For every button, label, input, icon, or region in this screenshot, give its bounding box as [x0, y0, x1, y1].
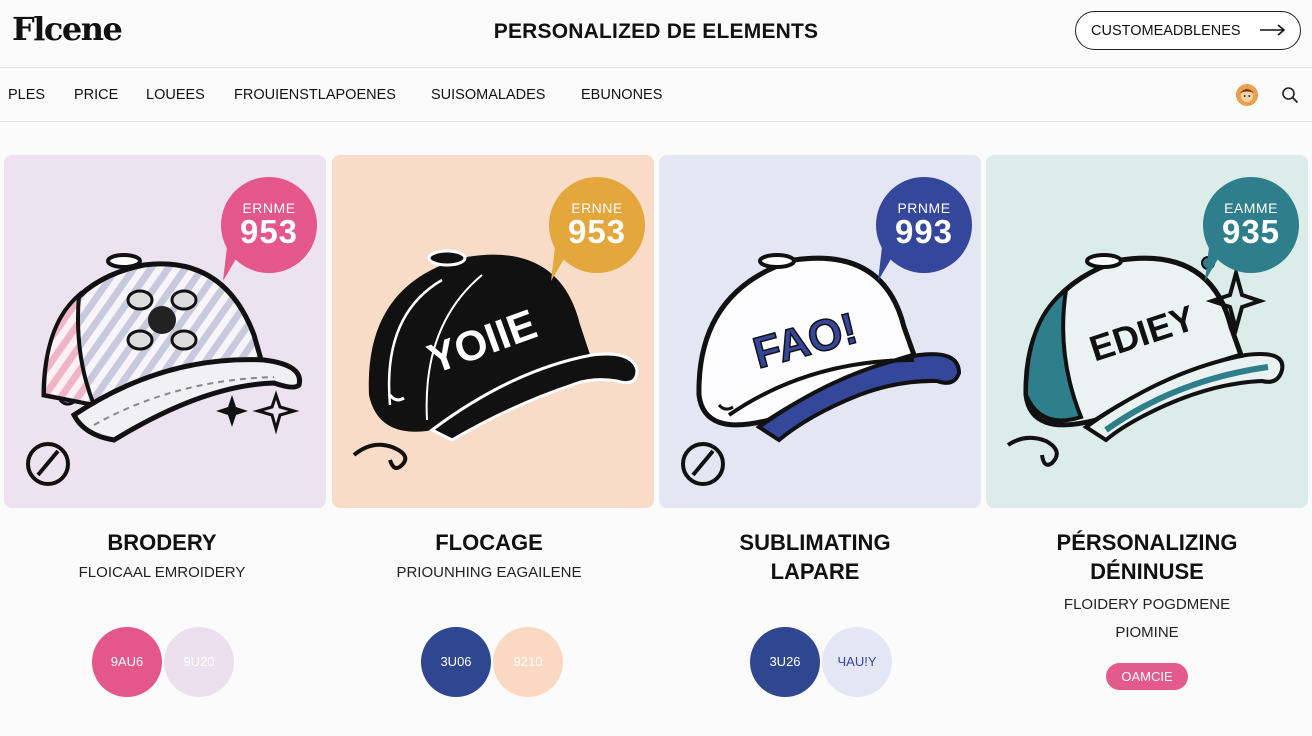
price-badge: EAMME 935 — [1203, 177, 1299, 281]
card-title-flocage: FLOCAGE — [435, 530, 543, 555]
card-title-personalizing-line2: DÉNINUSE — [1090, 559, 1204, 584]
nav-item-ples[interactable]: PLES — [8, 87, 45, 103]
customize-button[interactable]: CUSTOMEADBLENES — [1075, 11, 1301, 50]
nav-item-frouienstlapoenes[interactable]: FROUIENSTLAPOENES — [234, 87, 396, 103]
nav-item-suisomalades[interactable]: SUISOMALADES — [431, 87, 545, 103]
badge-number: 953 — [567, 213, 627, 250]
price-badge: PRNME 993 — [876, 177, 972, 281]
top-header: Flcene PERSONALIZED DE ELEMENTS CUSTOMEA… — [0, 0, 1312, 68]
card-title-sublimating-line2: LAPARE — [770, 559, 860, 584]
badge-number: 935 — [1221, 213, 1281, 250]
card-subtitle-personalizing: FLOIDERY POGDMENE — [1063, 596, 1231, 613]
speech-tail-icon — [223, 247, 243, 281]
card-title-personalizing: PÉRSONALIZING — [1056, 530, 1238, 555]
main-nav: PLES PRICE LOUEES FROUIENSTLAPOENES SUIS… — [0, 69, 1312, 122]
search-icon[interactable] — [1281, 86, 1299, 104]
nav-item-price[interactable]: PRICE — [74, 87, 118, 103]
color-swatch[interactable]: 9AU6 — [92, 627, 162, 697]
card-subtitle-brodery: FLOICAAL EMROIDERY — [78, 564, 246, 581]
nav-item-ebunones[interactable]: EBUNONES — [581, 87, 662, 103]
card-subtitle-personalizing-line2: PIOMINE — [1115, 624, 1179, 641]
color-swatch[interactable]: 3U26 — [750, 627, 820, 697]
arrow-right-icon — [1260, 24, 1286, 36]
nav-item-louees[interactable]: LOUEES — [146, 87, 205, 103]
product-card-personalizing[interactable]: EDIEY EAMME 935 — [986, 155, 1308, 508]
color-swatch[interactable]: ЧAU!Y — [822, 627, 892, 697]
badge-number: 953 — [239, 213, 299, 250]
customize-pill-button[interactable]: OAMCIE — [1106, 663, 1188, 690]
card-title-sublimating: SUBLIMATING — [739, 530, 891, 555]
avatar[interactable] — [1236, 84, 1258, 106]
color-swatch[interactable]: 3U06 — [421, 627, 491, 697]
product-card-flocage[interactable]: YOIIE ERNNE 953 — [332, 155, 654, 508]
brand-logo[interactable]: Flcene — [12, 10, 123, 48]
card-title-brodery: BRODERY — [107, 530, 217, 555]
product-card-brodery[interactable]: ERNME 953 — [4, 155, 326, 508]
speech-tail-icon — [551, 247, 571, 281]
badge-number: 993 — [894, 213, 954, 250]
user-avatar-icon — [1236, 84, 1258, 106]
speech-tail-icon — [1205, 247, 1225, 281]
speech-tail-icon — [878, 247, 898, 281]
price-badge: ERNME 953 — [221, 177, 317, 281]
color-swatch[interactable]: 9U20 — [164, 627, 234, 697]
product-card-sublimating[interactable]: FAO! PRNME 993 — [659, 155, 981, 508]
customize-button-label: CUSTOMEADBLENES — [1091, 22, 1241, 39]
color-swatch[interactable]: 9210 — [493, 627, 563, 697]
card-subtitle-flocage: PRIOUNHING EAGAILENE — [396, 564, 582, 581]
price-badge: ERNNE 953 — [549, 177, 645, 281]
